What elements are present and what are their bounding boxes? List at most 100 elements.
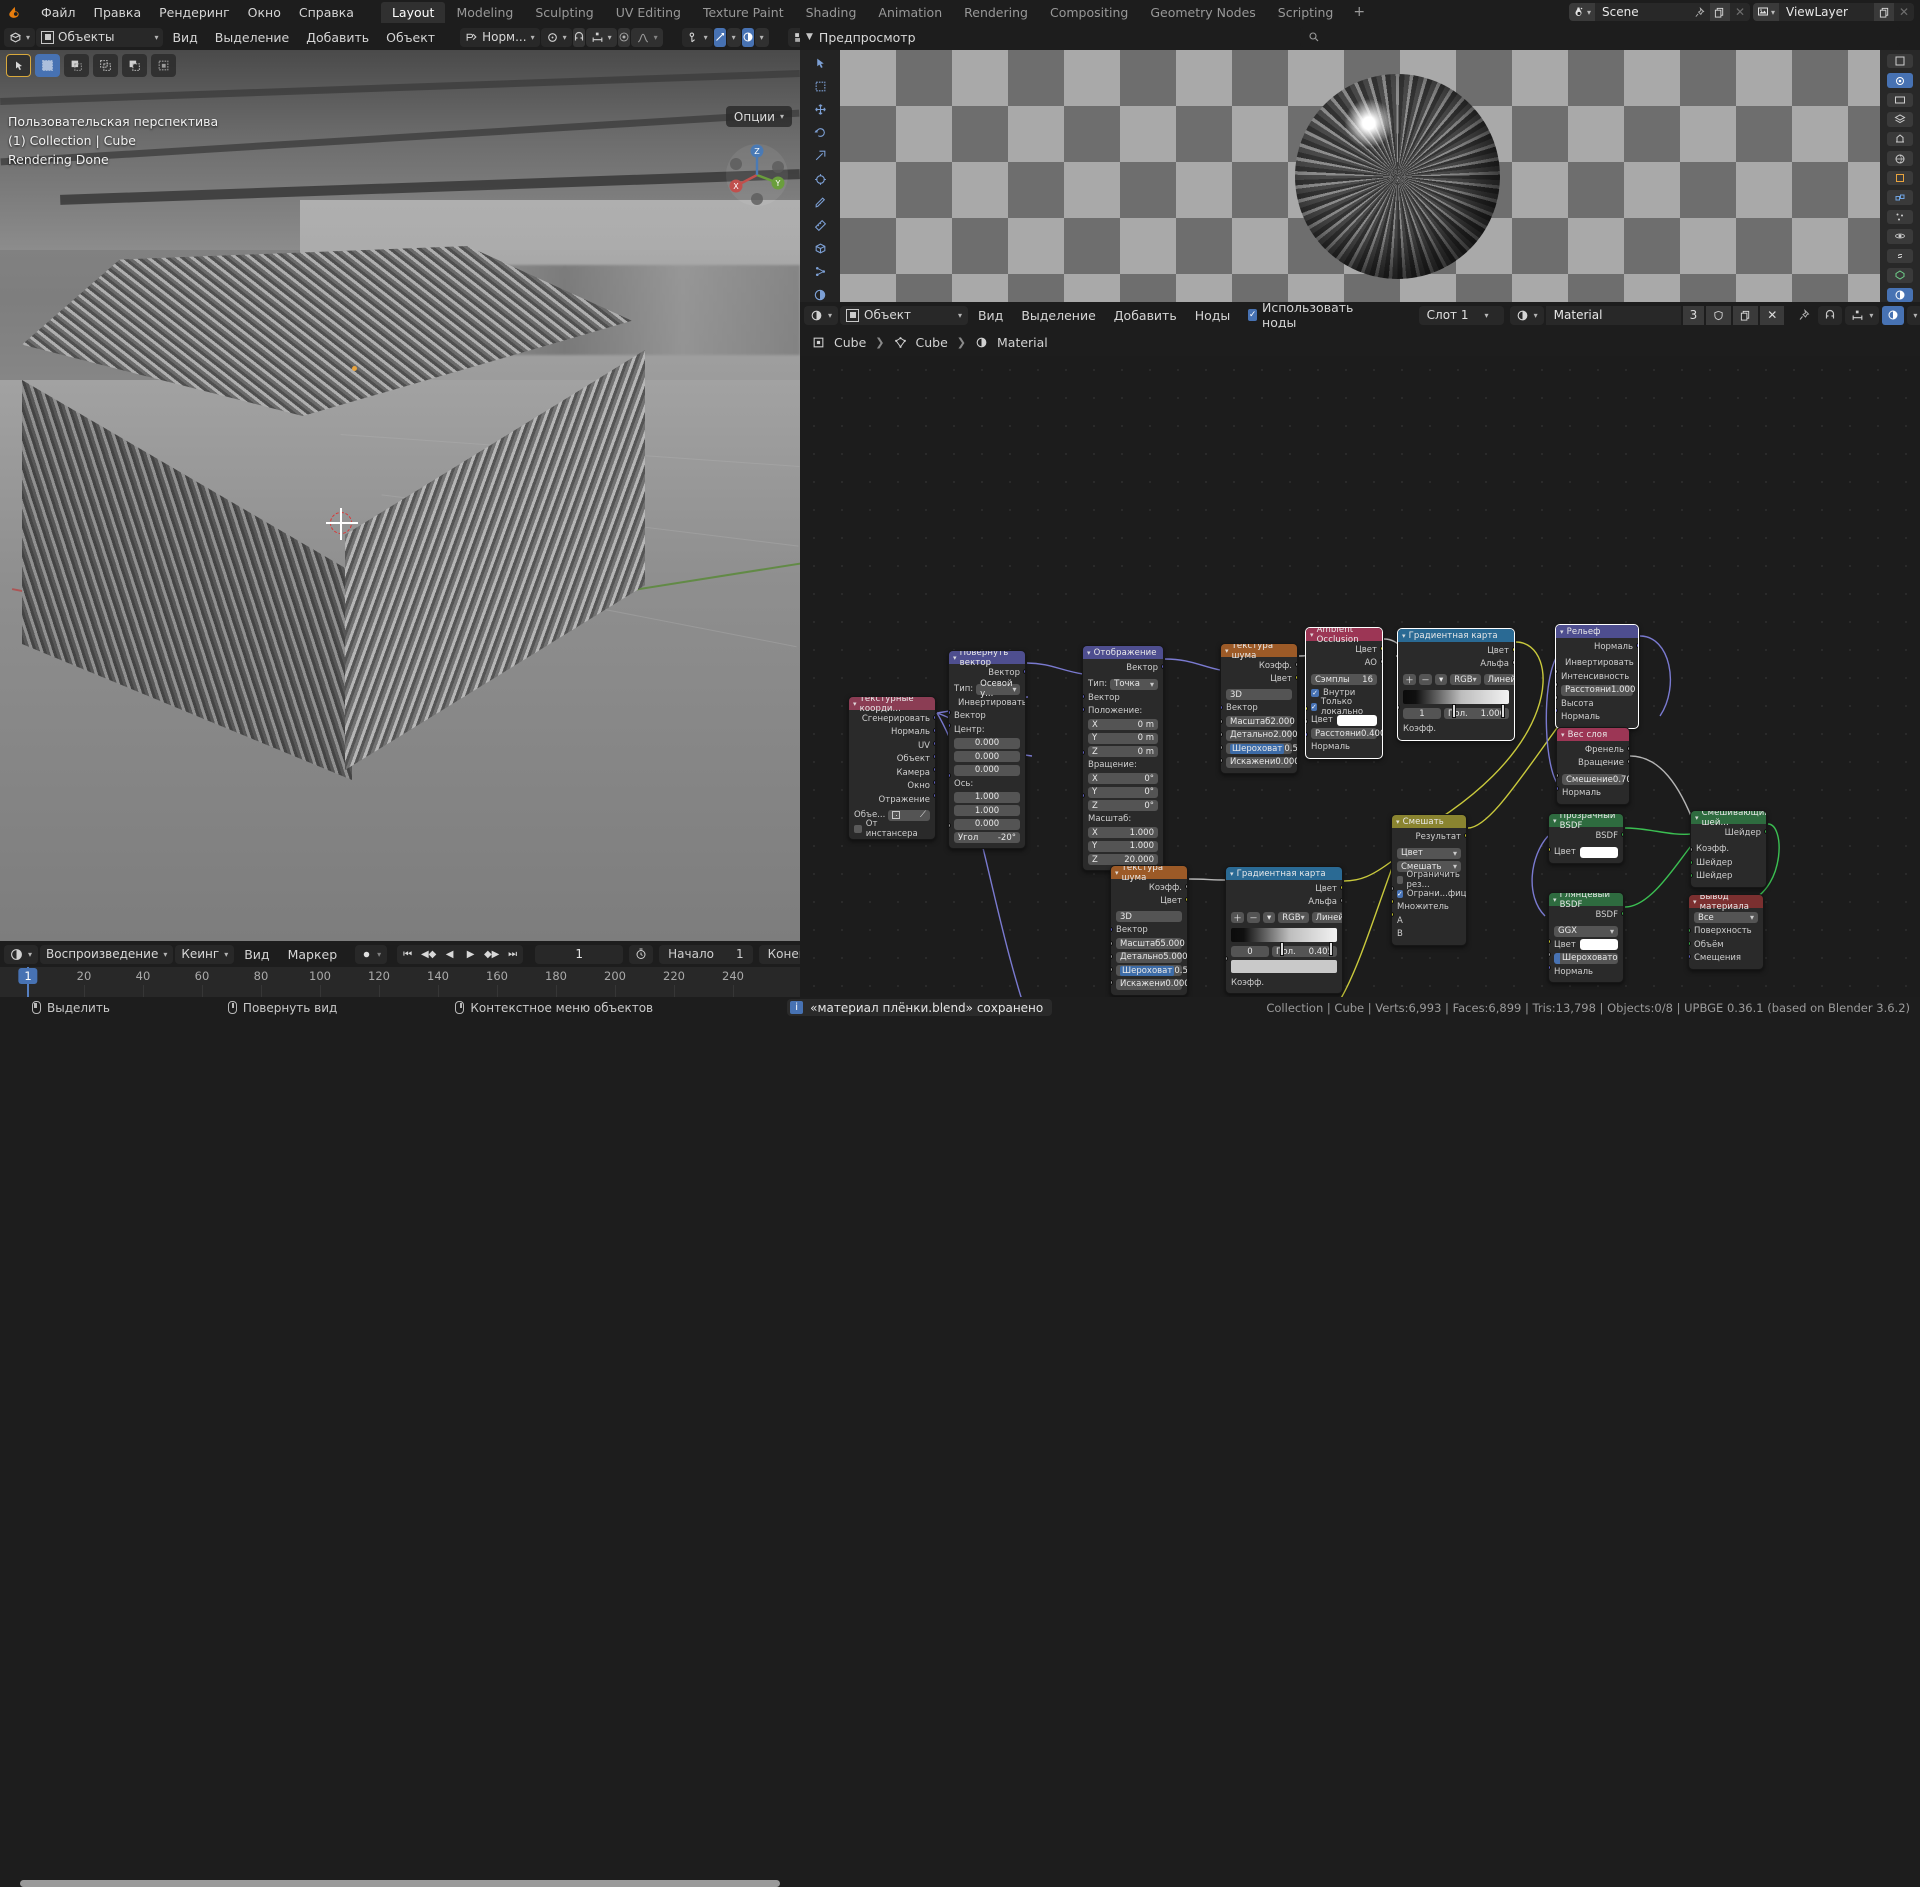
next-keyframe-icon[interactable]: ◆▶ xyxy=(481,945,502,964)
node-output-socket[interactable]: AO xyxy=(1311,658,1377,669)
shader-menu-nodes[interactable]: Ноды xyxy=(1187,306,1239,325)
collapse-triangle-icon[interactable]: ▾ xyxy=(1553,896,1557,904)
node-ambient-occlusion[interactable]: ▾ Ambient Occlusion Цвет AO Сэмплы16 ✓ В… xyxy=(1305,627,1383,759)
collapse-triangle-icon[interactable]: ▾ xyxy=(1695,814,1699,822)
scene-props-icon[interactable] xyxy=(1887,132,1913,146)
node-output-socket[interactable]: BSDF xyxy=(1554,909,1618,920)
roughness-slider[interactable]: Шероховато0.100 xyxy=(1554,953,1618,964)
tool-props-icon[interactable] xyxy=(1887,54,1913,68)
node-output-socket[interactable]: Цвет xyxy=(1226,674,1292,685)
timeline-scrollbar[interactable] xyxy=(20,1880,780,1887)
close-x-icon[interactable]: ✕ xyxy=(1730,3,1750,21)
axis-z-field[interactable]: 0.000 xyxy=(954,819,1020,830)
node-output-socket[interactable]: Нормаль xyxy=(854,727,930,738)
distribution-dropdown[interactable]: GGX▾ xyxy=(1554,926,1618,937)
clamp-result-checkbox[interactable]: Ограничить рез... xyxy=(1397,875,1461,886)
node-input-socket[interactable]: Коэфф. xyxy=(1231,977,1337,988)
node-glossy-bsdf[interactable]: ▾ Глянцевый BSDF BSDF GGX▾ Цвет Шерохова… xyxy=(1548,892,1624,983)
collapse-triangle-icon[interactable]: ▾ xyxy=(1225,647,1229,655)
node-input-socket[interactable]: Шейдер xyxy=(1696,857,1761,868)
interpolation-dropdown[interactable]: Линейно▾ xyxy=(1312,912,1343,923)
angle-field[interactable]: Угол -20° xyxy=(954,832,1020,843)
object-data-props-icon[interactable] xyxy=(1887,268,1913,282)
node-output-socket[interactable]: Окно xyxy=(854,781,930,792)
node-input-socket[interactable]: Поверхность xyxy=(1694,926,1758,937)
node-output-socket[interactable]: Отражение xyxy=(854,794,930,805)
pin-icon[interactable] xyxy=(1690,3,1710,21)
location-x-field[interactable]: X0 m xyxy=(1088,719,1158,730)
navigation-gizmo[interactable]: X Y Z xyxy=(724,142,790,211)
add-cube-icon[interactable] xyxy=(808,242,832,256)
node-input-socket[interactable]: A xyxy=(1397,915,1461,926)
distortion-field[interactable]: Искажени0.000 xyxy=(1116,979,1182,990)
measure-icon[interactable] xyxy=(808,218,832,232)
node-output-socket[interactable]: Результат xyxy=(1397,831,1461,842)
viewport-canvas[interactable]: Пользовательская перспектива (1) Collect… xyxy=(0,50,800,941)
node-transparent-bsdf[interactable]: ▾ Прозрачный BSDF BSDF Цвет xyxy=(1548,813,1624,864)
status-report[interactable]: i «материал плёнки.blend» сохранено xyxy=(787,999,1052,1016)
render-props-icon[interactable] xyxy=(1887,73,1913,87)
particles-props-icon[interactable] xyxy=(1887,210,1913,224)
ramp-color-swatch[interactable] xyxy=(1231,960,1337,973)
output-props-icon[interactable] xyxy=(1887,93,1913,107)
constraints-props-icon[interactable] xyxy=(1887,249,1913,263)
node-output-socket[interactable]: Цвет xyxy=(1311,644,1377,655)
xray-toggle[interactable] xyxy=(742,28,754,47)
node-input-socket[interactable]: Коэфф. xyxy=(1696,844,1761,855)
node-input-socket[interactable]: Положение: xyxy=(1088,706,1158,717)
viewport-menu-select[interactable]: Выделение xyxy=(207,28,297,47)
node-output-socket[interactable]: Вектор xyxy=(954,667,1020,678)
node-input-socket[interactable]: Нормаль xyxy=(1561,712,1633,723)
scene-selector[interactable]: ▾ Scene ✕ xyxy=(1569,3,1750,21)
blend-field[interactable]: Смешение0.700 xyxy=(1562,774,1624,785)
scene-name[interactable]: Scene xyxy=(1595,3,1690,21)
shading-dropdown[interactable]: ▾ xyxy=(755,28,769,47)
remove-stop-button[interactable]: － xyxy=(1247,912,1260,923)
remove-viewlayer-icon[interactable]: ✕ xyxy=(1894,3,1914,21)
node-output-socket[interactable]: Камера xyxy=(854,767,930,778)
center-y-field[interactable]: 0.000 xyxy=(954,751,1020,762)
ramp-menu-button[interactable]: ▾ xyxy=(1435,674,1447,685)
shader-menu-view[interactable]: Вид xyxy=(970,306,1011,325)
shader-type-dropdown[interactable]: Объект ▾ xyxy=(840,306,968,325)
node-input-socket[interactable]: Шейдер xyxy=(1696,871,1761,882)
3d-cursor-icon[interactable] xyxy=(330,512,352,534)
menu-file[interactable]: Файл xyxy=(32,2,85,23)
transform-orientation-dropdown[interactable]: Норм... ▾ xyxy=(460,28,540,47)
material-name-field[interactable]: Material xyxy=(1546,306,1681,325)
node-input-socket[interactable]: Высота xyxy=(1561,698,1633,709)
node-input-socket[interactable]: Масштаб: xyxy=(1088,814,1158,825)
viewlayer-props-icon[interactable] xyxy=(1887,112,1913,126)
unlink-x-icon[interactable]: ✕ xyxy=(1760,306,1784,325)
snap-target-dropdown[interactable]: ▾ xyxy=(586,28,617,47)
color-swatch[interactable] xyxy=(1580,939,1618,950)
node-input-socket[interactable]: Вектор xyxy=(954,711,1020,722)
distance-field[interactable]: Расстояни0.400 xyxy=(1311,728,1377,739)
scale-field[interactable]: Масштаб2.000 xyxy=(1226,716,1292,727)
collapse-triangle-icon[interactable]: ▾ xyxy=(953,654,957,662)
collapse-triangle-icon[interactable]: ▾ xyxy=(1115,869,1119,877)
detail-field[interactable]: Детально2.000 xyxy=(1226,730,1292,741)
node-output-socket[interactable]: Нормаль xyxy=(1561,641,1633,652)
node-output-socket[interactable]: BSDF xyxy=(1554,830,1618,841)
new-scene-icon[interactable] xyxy=(1710,3,1730,21)
editor-type-3dview-icon[interactable]: ▾ xyxy=(4,28,35,47)
viewport-menu-add[interactable]: Добавить xyxy=(298,28,377,47)
node-input-socket[interactable]: Вектор xyxy=(1226,703,1292,714)
workspace-tab-sculpting[interactable]: Sculpting xyxy=(524,2,604,23)
snap-node-icon[interactable]: ▾ xyxy=(1845,306,1879,325)
interpolation-dropdown[interactable]: Линейно▾ xyxy=(1484,674,1515,685)
jump-end-icon[interactable]: ⏭ xyxy=(502,945,523,964)
select-extend-tool[interactable] xyxy=(93,54,118,77)
color-mode-dropdown[interactable]: RGB▾ xyxy=(1450,674,1480,685)
node-layer-weight[interactable]: ▾ Вес слоя Френель Вращение Смешение0.70… xyxy=(1556,727,1630,805)
viewlayer-selector[interactable]: ▾ ViewLayer ✕ xyxy=(1753,3,1914,21)
collapse-triangle-icon[interactable]: ▾ xyxy=(853,700,857,708)
menu-render[interactable]: Рендеринг xyxy=(150,2,239,23)
select-difference-tool[interactable] xyxy=(151,54,176,77)
overlays-toggle[interactable] xyxy=(714,28,726,47)
location-y-field[interactable]: Y0 m xyxy=(1088,733,1158,744)
timeline-ruler[interactable]: 20 40 60 80 100 120 140 160 180 200 220 … xyxy=(0,967,800,997)
ramp-stop-index[interactable]: 1 xyxy=(1403,708,1441,719)
invert-checkbox[interactable]: Инвертировать xyxy=(954,697,1020,708)
